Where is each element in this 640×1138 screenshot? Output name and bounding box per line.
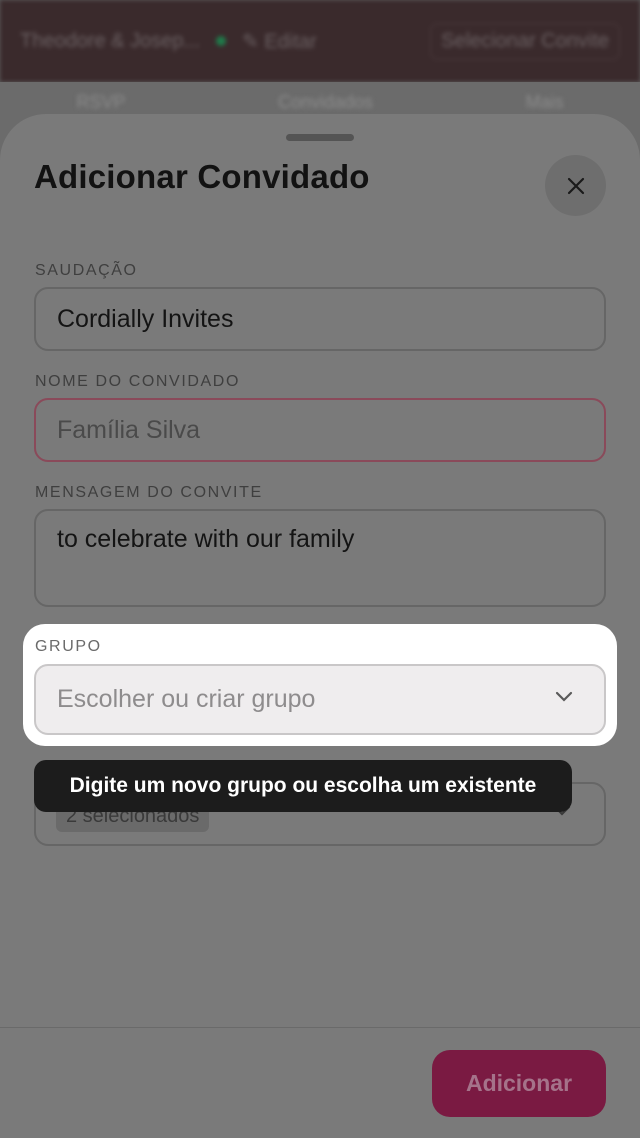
tab-more: Mais [525, 92, 564, 112]
guest-name-field[interactable]: Família Silva [34, 398, 606, 462]
edit-link: ✎ Editar [242, 30, 317, 53]
online-status-dot [216, 36, 227, 46]
tooltip: Digite um novo grupo ou escolha um exist… [34, 760, 572, 812]
group-label: GRUPO [35, 638, 102, 655]
sheet-title: Adicionar Convidado [34, 158, 370, 195]
add-button-label: Adicionar [465, 1070, 573, 1096]
salutation-value: Cordially Invites [57, 304, 234, 333]
footer-divider [0, 1027, 640, 1028]
tooltip-text: Digite um novo grupo ou escolha um exist… [69, 774, 537, 797]
group-placeholder: Escolher ou criar grupo [57, 685, 316, 713]
close-button[interactable] [545, 155, 606, 216]
close-icon [567, 177, 584, 194]
group-select[interactable]: Escolher ou criar grupo [34, 664, 606, 735]
invite-selector: Selecionar Convite [430, 22, 620, 60]
event-name: Theodore & Josep... [20, 29, 201, 52]
guest-name-label: NOME DO CONVIDADO [35, 373, 240, 390]
background-tabs: RSVP Convidados Mais [0, 92, 640, 113]
invite-message-textarea[interactable]: to celebrate with our family [34, 509, 606, 607]
salutation-field[interactable]: Cordially Invites [34, 287, 606, 351]
tab-rsvp: RSVP [76, 92, 126, 112]
invite-message-value: to celebrate with our family [57, 525, 355, 553]
add-guest-button[interactable]: Adicionar [432, 1050, 606, 1117]
tab-guests: Convidados [277, 92, 374, 112]
chevron-down-icon [555, 691, 573, 702]
background-topbar: Theodore & Josep... ✎ Editar Selecionar … [0, 0, 640, 82]
invite-message-label: MENSAGEM DO CONVITE [35, 484, 263, 501]
salutation-label: SAUDAÇÃO [35, 262, 138, 279]
guest-name-placeholder: Família Silva [57, 415, 201, 444]
sheet-grabber[interactable] [286, 134, 354, 141]
